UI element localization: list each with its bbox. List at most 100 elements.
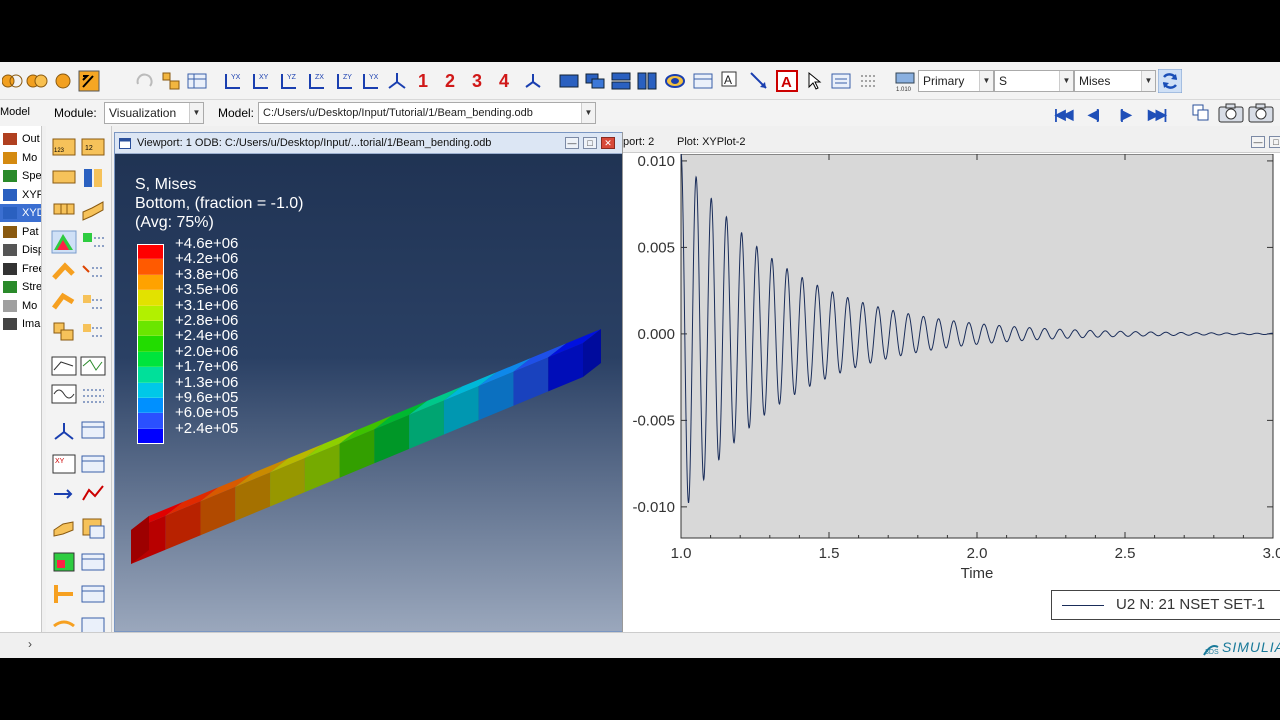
pointer-icon[interactable] <box>804 70 826 92</box>
viewport-cascade-icon[interactable] <box>584 70 606 92</box>
contour-options-icon[interactable] <box>80 166 106 190</box>
contour-plot-options-icon[interactable] <box>80 230 106 254</box>
path-icon <box>3 225 17 238</box>
expand-arrow-icon[interactable]: › <box>28 637 32 651</box>
viewport-tile-vertical-icon[interactable] <box>636 70 658 92</box>
status-bar: › 3DS SIMULIA <box>0 632 1280 658</box>
allow-multiple-plots-icon[interactable] <box>51 320 77 344</box>
dotted-list-icon[interactable] <box>858 70 880 92</box>
viewport-1[interactable]: Viewport: 1 ODB: C:/Users/u/Desktop/Inpu… <box>114 132 624 632</box>
maximize-button[interactable]: □ <box>1269 136 1280 148</box>
symbol-options-icon[interactable] <box>80 260 106 284</box>
previous-frame-button[interactable]: ◀| <box>1088 106 1100 123</box>
field-output-icon[interactable]: 1.010 <box>894 70 916 92</box>
tree-item[interactable]: Mo <box>0 297 41 315</box>
table-icon[interactable] <box>186 70 208 92</box>
render-circles-icon[interactable] <box>26 70 48 92</box>
tree-item[interactable]: Ima <box>0 315 41 333</box>
invariant-select[interactable]: Mises ▼ <box>1074 70 1156 92</box>
orientation-options-icon[interactable] <box>80 290 106 314</box>
last-frame-button[interactable]: ▶▶| <box>1148 106 1168 123</box>
view-xz-icon[interactable]: YX <box>360 70 382 92</box>
create-path-icon[interactable] <box>51 516 77 540</box>
view-yx-icon[interactable]: XY <box>250 70 272 92</box>
viewport-tile-horizontal-icon[interactable] <box>610 70 632 92</box>
report-manager-icon[interactable] <box>80 550 106 574</box>
view-zx-icon[interactable]: ZY <box>334 70 356 92</box>
part-instance-icon[interactable] <box>160 70 182 92</box>
report-field-icon[interactable] <box>51 550 77 574</box>
animate-harmonic-icon[interactable] <box>51 382 77 406</box>
numbered-nodes-icon[interactable]: 123 <box>51 136 77 160</box>
copy-viewport-icon[interactable] <box>1190 102 1212 124</box>
view-yz-icon[interactable]: YZ <box>278 70 300 92</box>
plot-contours-icon[interactable] <box>51 230 77 254</box>
camera-icon[interactable] <box>1218 102 1244 124</box>
view-4-button[interactable]: 4 <box>499 71 509 92</box>
xy-plot-icon[interactable]: XY <box>51 452 77 476</box>
select-tool-icon[interactable] <box>78 70 100 92</box>
animate-scale-icon[interactable] <box>51 354 77 378</box>
animate-time-icon[interactable] <box>80 354 106 378</box>
tree-item[interactable]: XYD <box>0 204 41 222</box>
curve-options-icon[interactable] <box>80 482 106 506</box>
free-body-cut-icon[interactable] <box>51 582 77 606</box>
view-iso-icon[interactable] <box>386 70 408 92</box>
display-group-icon <box>3 244 17 256</box>
undeformed-shape-icon[interactable] <box>51 198 77 222</box>
rotate-view-icon[interactable] <box>134 70 156 92</box>
output-primary-select[interactable]: Primary ▼ <box>918 70 994 92</box>
first-frame-button[interactable]: |◀◀ <box>1054 106 1074 123</box>
options-table-icon[interactable] <box>692 70 714 92</box>
viewport-single-icon[interactable] <box>558 70 580 92</box>
tree-item[interactable]: Pat <box>0 223 41 241</box>
tab-model[interactable]: Model <box>0 106 30 118</box>
model-select[interactable]: C:/Users/u/Desktop/Input/Tutorial/1/Beam… <box>258 102 596 124</box>
annotation-text-icon[interactable]: A <box>720 70 742 92</box>
viewport-2[interactable]: port: 2 Plot: XYPlot-2 — □ 1.0 1.5 2.0 2.5 3… <box>622 132 1280 632</box>
csys-triad-icon[interactable] <box>522 70 544 92</box>
tree-item[interactable]: XYP <box>0 186 41 204</box>
display-circles-icon[interactable] <box>2 70 24 92</box>
deformed-shape-icon[interactable] <box>51 166 77 190</box>
material-orientation-icon[interactable] <box>51 290 77 314</box>
camera-settings-icon[interactable] <box>1248 102 1274 124</box>
superimpose-options-icon[interactable] <box>80 320 106 344</box>
tree-item[interactable]: Disp <box>0 241 41 259</box>
movie-icon <box>3 299 17 312</box>
view-2-button[interactable]: 2 <box>445 71 455 92</box>
next-frame-button[interactable]: |▶ <box>1120 106 1132 123</box>
model-value: C:/Users/u/Desktop/Input/Tutorial/1/Beam… <box>263 107 533 119</box>
xy-plot[interactable]: 1.0 1.5 2.0 2.5 3.0 0.010 0.005 0.000 -0.005 -0.0… <box>623 154 1280 630</box>
view-xy-icon[interactable]: YX <box>222 70 244 92</box>
minimize-button[interactable]: — <box>1251 136 1265 148</box>
tree-item[interactable]: Stre <box>0 278 41 296</box>
shaded-sphere-icon[interactable] <box>52 70 74 92</box>
numbered-elements-icon[interactable]: 12 <box>80 136 106 160</box>
tree-item[interactable]: Free <box>0 260 41 278</box>
tree-item[interactable]: Out <box>0 130 41 148</box>
view-3-button[interactable]: 3 <box>472 71 482 92</box>
tree-item[interactable]: Mo <box>0 149 41 167</box>
list-options-icon[interactable] <box>830 70 852 92</box>
xy-data-manager-icon[interactable] <box>80 418 106 442</box>
beam-model[interactable] <box>115 133 625 633</box>
free-body-manager-icon[interactable] <box>80 582 106 606</box>
axis-options-icon[interactable] <box>51 482 77 506</box>
tree-item[interactable]: Spe <box>0 167 41 185</box>
refresh-icon[interactable] <box>1158 69 1182 93</box>
chevron-down-icon: ▼ <box>979 71 993 91</box>
view-1-button[interactable]: 1 <box>418 71 428 92</box>
create-xy-data-icon[interactable] <box>51 418 77 442</box>
path-manager-icon[interactable] <box>80 516 106 540</box>
animation-options-icon[interactable] <box>80 382 106 406</box>
overlay-icon[interactable] <box>664 70 686 92</box>
arrow-annotation-icon[interactable] <box>748 70 770 92</box>
xy-plot-manager-icon[interactable] <box>80 452 106 476</box>
symbol-plot-icon[interactable] <box>51 260 77 284</box>
module-select[interactable]: Visualization ▼ <box>104 102 204 124</box>
text-box-icon[interactable]: A <box>776 70 798 92</box>
field-variable-select[interactable]: S ▼ <box>994 70 1074 92</box>
deformed-plot-icon[interactable] <box>80 198 106 222</box>
view-zy-icon[interactable]: ZX <box>306 70 328 92</box>
